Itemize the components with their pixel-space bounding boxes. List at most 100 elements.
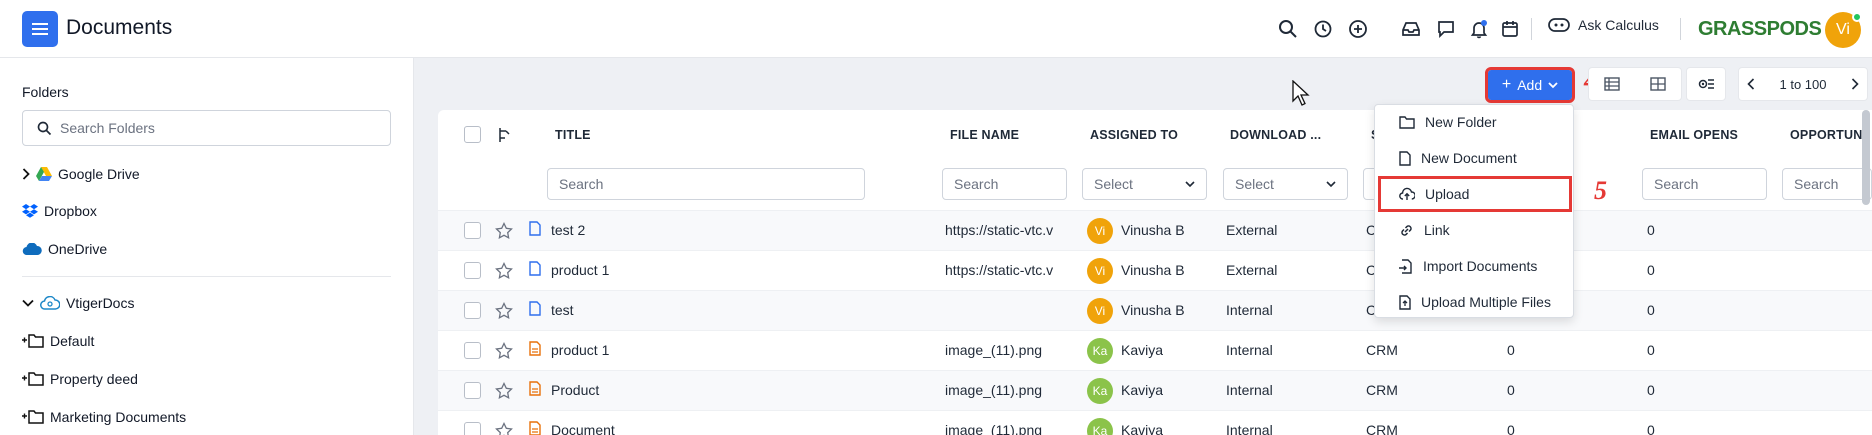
plus-icon: + xyxy=(1501,76,1512,93)
row-title[interactable]: test xyxy=(551,302,931,318)
star-icon[interactable] xyxy=(495,302,513,320)
sidebar-item-onedrive[interactable]: OneDrive xyxy=(22,241,107,257)
row-title[interactable]: test 2 xyxy=(551,222,931,238)
menu-item-upload[interactable]: Upload xyxy=(1378,176,1572,212)
search-folders-placeholder: Search Folders xyxy=(60,120,155,136)
chevron-down-icon xyxy=(1185,180,1195,187)
opportunity-search-input[interactable]: Search xyxy=(1782,168,1872,200)
select-all-checkbox[interactable] xyxy=(464,126,481,143)
sidebar-divider xyxy=(22,276,391,277)
menu-item-upload-multiple-files[interactable]: Upload Multiple Files xyxy=(1375,287,1575,317)
row-checkbox[interactable] xyxy=(464,222,481,239)
download-select[interactable]: Select xyxy=(1223,168,1348,200)
email-opens-search-input[interactable]: Search xyxy=(1642,168,1767,200)
star-icon[interactable] xyxy=(495,342,513,360)
menu-item-link[interactable]: Link xyxy=(1375,215,1575,245)
assigned-to-select[interactable]: Select xyxy=(1082,168,1207,200)
import-icon xyxy=(1399,258,1412,274)
history-icon[interactable] xyxy=(1311,17,1335,41)
table-row[interactable]: test Vi Vinusha B Internal C 0 xyxy=(438,290,1872,330)
ask-calculus-button[interactable]: Ask Calculus xyxy=(1548,17,1659,33)
star-icon[interactable] xyxy=(495,222,513,240)
header-divider xyxy=(1680,18,1681,40)
search-folders-input[interactable]: Search Folders xyxy=(22,110,391,146)
row-title[interactable]: Document xyxy=(551,422,931,435)
pagination: 1 to 100 xyxy=(1738,67,1868,101)
row-email-opens: 0 xyxy=(1647,342,1655,358)
add-button[interactable]: + Add xyxy=(1485,67,1575,103)
chat-icon[interactable] xyxy=(1434,17,1458,41)
star-icon[interactable] xyxy=(495,382,513,400)
row-checkbox[interactable] xyxy=(464,382,481,399)
row-email-opens: 0 xyxy=(1647,302,1655,318)
folder-plus-icon xyxy=(22,334,44,348)
add-circle-icon[interactable] xyxy=(1346,17,1370,41)
menu-item-import-documents[interactable]: Import Documents xyxy=(1375,251,1575,281)
row-source: CRM xyxy=(1366,422,1398,435)
star-icon[interactable] xyxy=(495,262,513,280)
folders-heading: Folders xyxy=(22,84,69,100)
folder-plus-icon xyxy=(22,410,44,424)
folders-sidebar: Folders Search Folders Google Drive Drop… xyxy=(0,58,414,435)
sidebar-folder-marketing-documents[interactable]: Marketing Documents xyxy=(22,409,186,425)
user-avatar[interactable]: Vi xyxy=(1825,12,1862,48)
list-view-icon xyxy=(1604,77,1620,91)
row-checkbox[interactable] xyxy=(464,302,481,319)
file-name-search-input[interactable]: Search xyxy=(942,168,1067,200)
row-download-type: Internal xyxy=(1226,302,1273,318)
table-row[interactable]: Product image_(11).png Ka Kaviya Internal CRM… xyxy=(438,370,1872,410)
table-row[interactable]: product 1 image_(11).png Ka Kaviya Internal C… xyxy=(438,330,1872,370)
row-assignee: Vinusha B xyxy=(1121,222,1185,238)
chevron-right-icon[interactable] xyxy=(1851,78,1859,90)
grid-view-button[interactable] xyxy=(1635,68,1681,100)
row-checkbox[interactable] xyxy=(464,262,481,279)
sidebar-folder-default[interactable]: Default xyxy=(22,333,94,349)
table-row[interactable]: Document image_(11).png Ka Kaviya Internal CR… xyxy=(438,410,1872,435)
sidebar-item-dropbox[interactable]: Dropbox xyxy=(22,203,97,219)
sidebar-item-google-drive[interactable]: Google Drive xyxy=(22,166,140,182)
column-header-opportunity[interactable]: OPPORTUN xyxy=(1790,128,1862,142)
list-settings-button[interactable] xyxy=(1686,67,1726,101)
column-header-title[interactable]: TITLE xyxy=(555,128,591,142)
star-icon[interactable] xyxy=(495,422,513,435)
chevron-down-icon xyxy=(22,299,34,307)
assignee-avatar: Vi xyxy=(1087,218,1113,244)
ask-calculus-label: Ask Calculus xyxy=(1578,17,1659,33)
column-settings-icon[interactable] xyxy=(498,127,512,143)
row-title[interactable]: product 1 xyxy=(551,262,931,278)
row-title[interactable]: product 1 xyxy=(551,342,931,358)
row-checkbox[interactable] xyxy=(464,422,481,435)
sidebar-folder-property-deed[interactable]: Property deed xyxy=(22,371,138,387)
row-download-type: External xyxy=(1226,262,1278,278)
row-download-type: Internal xyxy=(1226,422,1273,435)
menu-item-new-folder[interactable]: New Folder xyxy=(1375,107,1575,137)
menu-item-new-document[interactable]: New Document xyxy=(1375,143,1575,173)
inbox-icon[interactable] xyxy=(1399,17,1423,41)
table-row[interactable]: test 2 https://static-vtc.v Vi Vinusha B Ext… xyxy=(438,210,1872,250)
column-header-download[interactable]: DOWNLOAD ... xyxy=(1230,128,1321,142)
bell-icon[interactable] xyxy=(1467,17,1491,41)
table-scrollbar[interactable] xyxy=(1862,110,1870,205)
chevron-down-icon xyxy=(1326,180,1336,187)
menu-button[interactable] xyxy=(22,11,58,47)
row-title[interactable]: Product xyxy=(551,382,931,398)
row-assignee: Kaviya xyxy=(1121,342,1164,358)
assignee-avatar: Ka xyxy=(1087,378,1113,404)
chevron-left-icon[interactable] xyxy=(1747,78,1755,90)
column-header-email-opens[interactable]: EMAIL OPENS xyxy=(1650,128,1738,142)
settings-sliders-icon xyxy=(1698,79,1714,89)
document-icon xyxy=(1399,150,1411,166)
folder-icon xyxy=(1399,115,1415,129)
bot-icon xyxy=(1548,18,1570,32)
sidebar-item-vtigerdocs[interactable]: VtigerDocs xyxy=(22,295,134,311)
search-icon[interactable] xyxy=(1276,17,1300,41)
column-header-assigned-to[interactable]: ASSIGNED TO xyxy=(1090,128,1178,142)
list-view-button[interactable] xyxy=(1589,68,1635,100)
title-search-input[interactable]: Search xyxy=(547,168,865,200)
calendar-icon[interactable] xyxy=(1498,17,1522,41)
row-file-name: image_(11).png xyxy=(945,382,1043,398)
column-header-file-name[interactable]: FILE NAME xyxy=(950,128,1019,142)
row-file-name: image_(11).png xyxy=(945,422,1043,435)
row-checkbox[interactable] xyxy=(464,342,481,359)
table-row[interactable]: product 1 https://static-vtc.v Vi Vinusha B… xyxy=(438,250,1872,290)
